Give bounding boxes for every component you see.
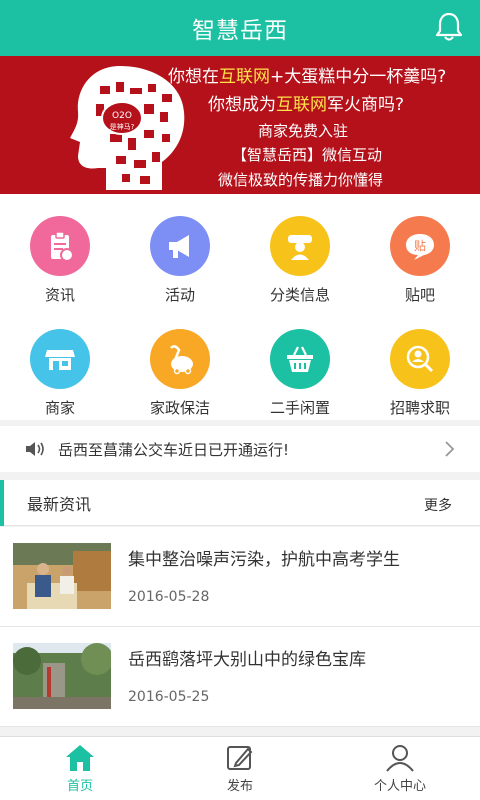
tab-home[interactable]: 首页 [0, 737, 160, 800]
banner-line-1: 你想在互联网+大蛋糕中分一杯羹吗? [168, 67, 447, 87]
chevron-right-icon [445, 441, 455, 457]
storefront-icon [30, 329, 90, 389]
news-section-header: 最新资讯 更多 [0, 480, 480, 526]
category-grid: 资讯 活动 分类信息 贴 贴吧 商家 家政保洁 二手闲置 招聘求职 [0, 194, 480, 420]
promo-banner[interactable]: O2O 是神马? 你想在互联网+大蛋糕中分一杯羹吗? 你想成为互联网军火商吗? … [0, 56, 480, 194]
vacuum-cleaner-icon [150, 329, 210, 389]
job-search-icon [390, 329, 450, 389]
grid-item-activity[interactable]: 活动 [120, 194, 240, 307]
notice-bar[interactable]: 岳西至菖蒲公交车近日已开通运行! [0, 426, 480, 472]
svg-text:贴: 贴 [414, 239, 426, 253]
banner-line-2: 你想成为互联网军火商吗? [208, 95, 405, 115]
bottom-tab-bar: 首页 发布 个人中心 [0, 736, 480, 800]
more-link[interactable]: 更多 [424, 495, 452, 515]
top-bar: 智慧岳西 [0, 0, 480, 56]
news-title: 集中整治噪声污染，护航中高考学生 [128, 550, 400, 570]
news-section-title: 最新资讯 [27, 494, 92, 514]
news-title: 岳西鹞落坪大别山中的绿色宝库 [128, 650, 366, 670]
news-list-item[interactable]: 集中整治噪声污染，护航中高考学生 2016-05-28 [0, 527, 480, 627]
grid-item-merchants[interactable]: 商家 [0, 307, 120, 420]
news-list-item[interactable]: 岳西鹞落坪大别山中的绿色宝库 2016-05-25 [0, 627, 480, 727]
news-clipboard-icon [30, 216, 90, 276]
news-date: 2016-05-28 [128, 589, 210, 605]
news-thumbnail [13, 643, 111, 709]
section-accent-bar [0, 480, 4, 526]
banner-line-5: 微信极致的传播力你懂得 [218, 171, 384, 189]
tab-publish[interactable]: 发布 [160, 737, 320, 800]
user-icon [386, 745, 414, 772]
banner-line-4: 【智慧岳西】微信互动 [232, 146, 383, 164]
grid-item-news[interactable]: 资讯 [0, 194, 120, 307]
edit-icon [227, 746, 253, 770]
speaker-icon [26, 442, 44, 456]
grid-item-jobs[interactable]: 招聘求职 [360, 307, 480, 420]
tab-profile[interactable]: 个人中心 [320, 737, 480, 800]
banner-badge: O2O [112, 111, 132, 121]
grid-item-housekeeping[interactable]: 家政保洁 [120, 307, 240, 420]
news-date: 2016-05-25 [128, 689, 210, 705]
bell-icon[interactable] [432, 10, 466, 44]
grid-item-classifieds[interactable]: 分类信息 [240, 194, 360, 307]
speech-bubble-icon: 贴 [390, 216, 450, 276]
home-icon [66, 745, 94, 771]
svg-text:是神马?: 是神马? [110, 122, 135, 131]
grid-item-secondhand[interactable]: 二手闲置 [240, 307, 360, 420]
news-thumbnail [13, 543, 111, 609]
notice-text: 岳西至菖蒲公交车近日已开通运行! [58, 440, 290, 459]
category-person-icon [270, 216, 330, 276]
banner-line-3: 商家免费入驻 [258, 122, 349, 140]
basket-icon [270, 329, 330, 389]
page-title: 智慧岳西 [192, 18, 288, 44]
megaphone-icon [150, 216, 210, 276]
grid-item-forum[interactable]: 贴 贴吧 [360, 194, 480, 307]
